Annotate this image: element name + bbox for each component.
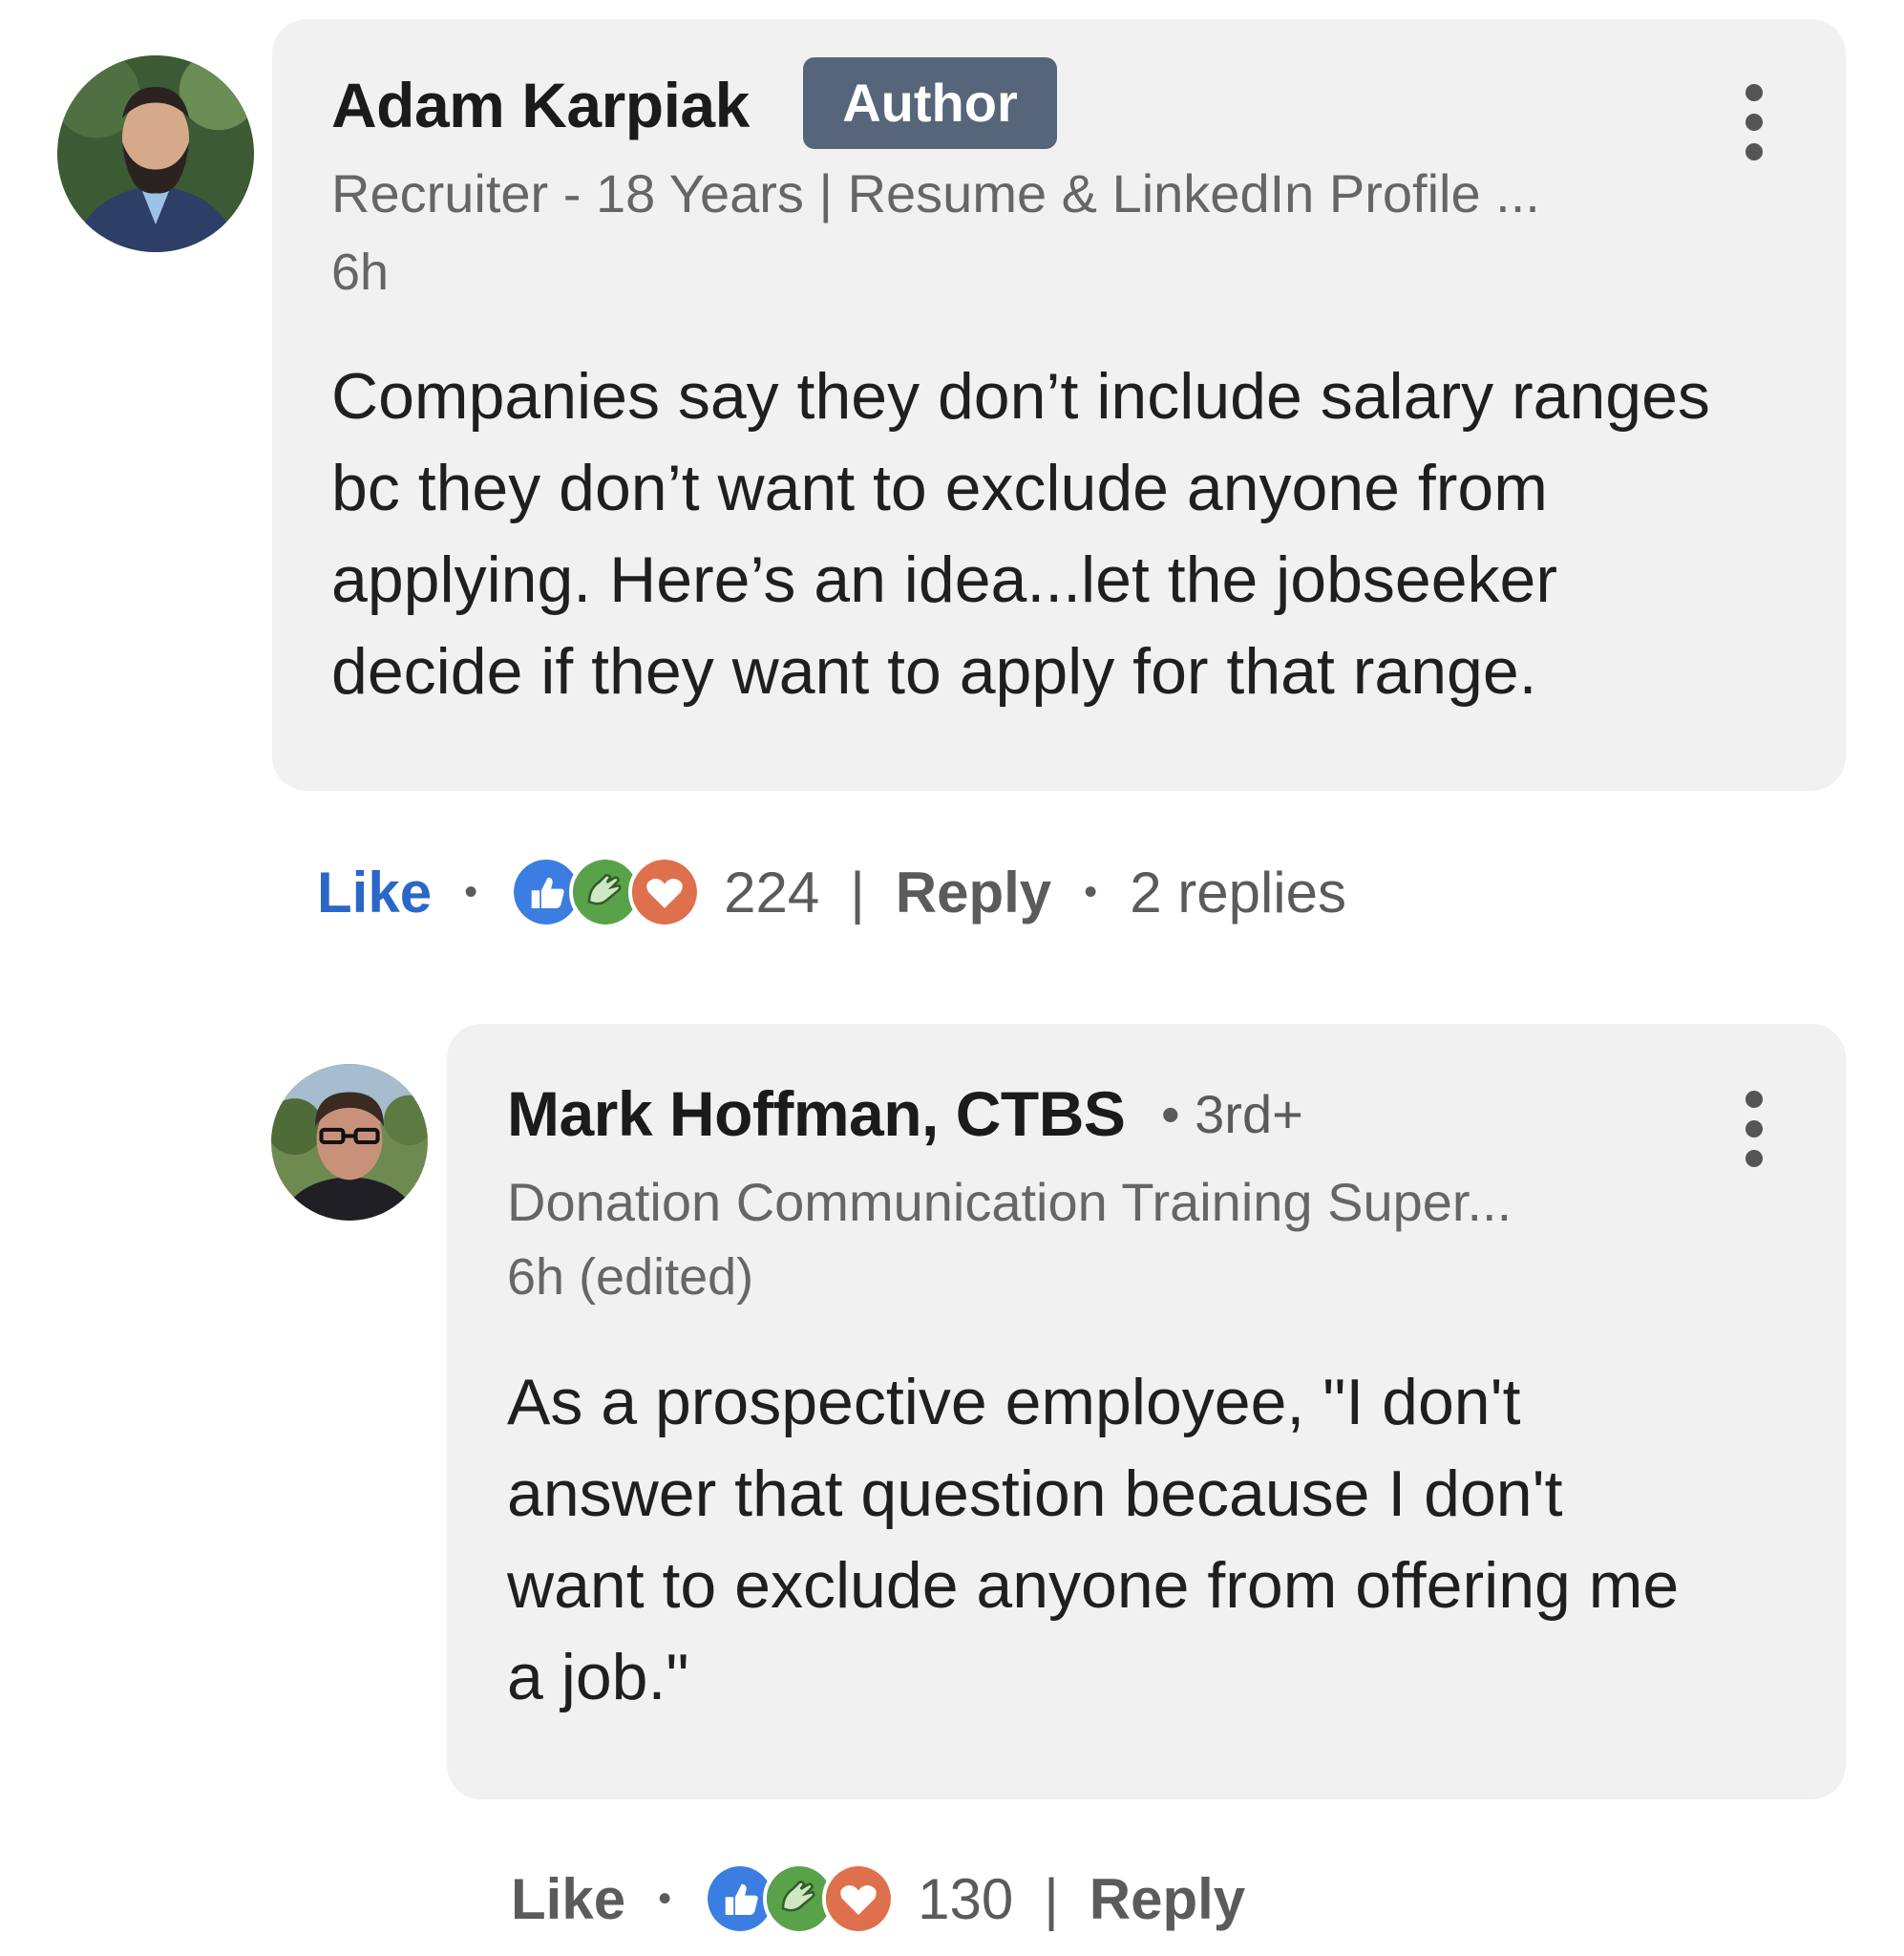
comment-line: answer that question because I don't [507, 1457, 1563, 1530]
love-reaction-icon [628, 856, 702, 928]
comment-text: Companies say they don’t include salary … [331, 351, 1710, 717]
commenter-headline: Recruiter - 18 Years | Resume & LinkedIn… [331, 163, 1540, 223]
reply-button[interactable]: Reply [896, 860, 1051, 925]
reactions-summary[interactable] [510, 856, 702, 928]
comment-line: applying. Here’s an idea...let the jobse… [331, 543, 1557, 616]
like-button[interactable]: Like [511, 1866, 625, 1932]
reaction-count[interactable]: 130 [918, 1866, 1013, 1932]
comment-line: Companies say they don’t include salary … [331, 360, 1710, 433]
comment-line: decide if they want to apply for that ra… [331, 635, 1537, 708]
separator-pipe: | [1044, 1866, 1059, 1931]
comment-actions: Like • 130 | Reply [511, 1860, 1245, 1937]
avatar-photo [271, 1064, 428, 1221]
comment-actions: Like • 224 | Reply • 2 replies [317, 854, 1346, 930]
comment-text: As a prospective employee, "I don't answ… [507, 1356, 1679, 1723]
avatar-adam-karpiak[interactable] [57, 55, 254, 252]
reply-button[interactable]: Reply [1090, 1866, 1245, 1932]
author-badge: Author [803, 57, 1057, 149]
like-button[interactable]: Like [317, 860, 432, 925]
comment-line: a job." [507, 1641, 689, 1713]
separator-pipe: | [850, 860, 865, 925]
comment-line: bc they don’t want to exclude anyone fro… [331, 452, 1548, 524]
comment-timestamp: 6h [331, 244, 390, 301]
reaction-count[interactable]: 224 [724, 860, 819, 925]
avatar-photo [57, 55, 254, 252]
separator-dot: • [658, 1877, 672, 1920]
more-vertical-icon[interactable] [1740, 1091, 1768, 1167]
commenter-headline: Donation Communication Training Super... [507, 1172, 1513, 1232]
avatar-mark-hoffman[interactable] [271, 1064, 428, 1221]
love-reaction-icon [822, 1862, 896, 1935]
comment-line: want to exclude anyone from offering me [507, 1549, 1680, 1622]
replies-link[interactable]: 2 replies [1130, 860, 1346, 925]
more-vertical-icon[interactable] [1740, 84, 1768, 160]
reactions-summary[interactable] [704, 1862, 896, 1935]
separator-dot: • [1084, 870, 1098, 913]
commenter-name[interactable]: Mark Hoffman, CTBS [507, 1077, 1126, 1150]
comment-line: As a prospective employee, "I don't [507, 1366, 1521, 1438]
separator-dot: • [464, 870, 478, 913]
connection-degree: • 3rd+ [1161, 1084, 1303, 1144]
comment-timestamp: 6h (edited) [507, 1248, 754, 1306]
commenter-name[interactable]: Adam Karpiak [331, 69, 750, 141]
